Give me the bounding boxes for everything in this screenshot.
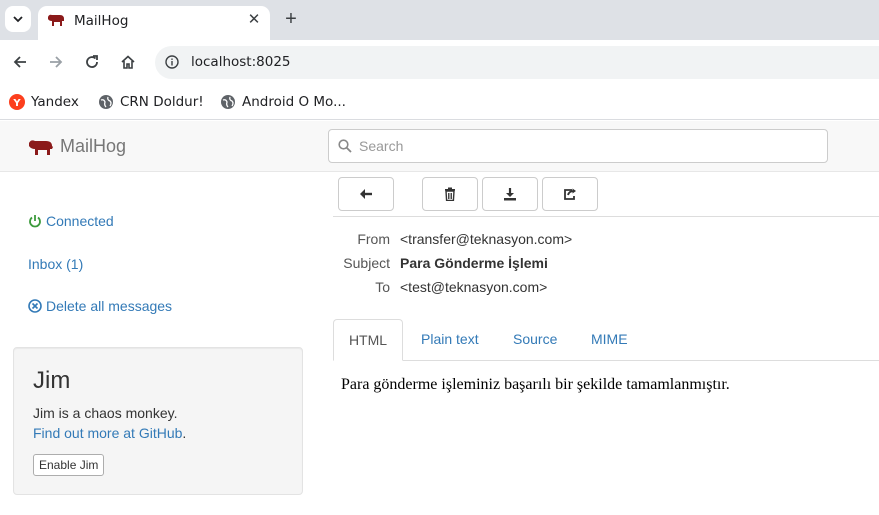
app-navbar: MailHog: [0, 121, 879, 172]
bookmark-label: Yandex: [31, 94, 79, 110]
remove-circle-icon: [28, 299, 42, 313]
github-link[interactable]: Find out more at GitHub: [33, 425, 182, 441]
search-box[interactable]: [328, 129, 828, 163]
jim-link-suffix: .: [182, 425, 187, 441]
connection-status: Connected: [28, 213, 114, 229]
share-icon: [564, 188, 576, 200]
arrow-left-icon: [13, 56, 26, 68]
search-input[interactable]: [359, 131, 819, 161]
pig-icon: [29, 139, 53, 155]
enable-jim-button[interactable]: Enable Jim: [33, 454, 105, 476]
release-button[interactable]: [542, 177, 598, 211]
connected-label: Connected: [46, 213, 114, 229]
trash-icon: [445, 187, 455, 201]
subject-label: Subject: [343, 255, 390, 271]
jim-more-info: Find out more at GitHub.: [33, 425, 186, 441]
download-button[interactable]: [482, 177, 538, 211]
from-label: From: [357, 231, 390, 247]
bookmark-label: Android O Mo...: [242, 94, 346, 110]
tab-html[interactable]: HTML: [333, 319, 403, 361]
reload-icon: [86, 55, 98, 68]
subject-value: Para Gönderme İşlemi: [400, 255, 548, 271]
to-label: To: [375, 279, 390, 295]
tab-mime[interactable]: MIME: [591, 319, 628, 361]
tab-plain-text[interactable]: Plain text: [421, 319, 479, 361]
home-button[interactable]: [116, 50, 140, 74]
tab-title: MailHog: [74, 13, 129, 29]
brand-name: MailHog: [60, 136, 127, 156]
delete-message-button[interactable]: [422, 177, 478, 211]
bookmarks-bar: Y Yandex CRN Doldur! Android O Mo...: [0, 85, 879, 120]
browser-tabstrip: MailHog ✕ +: [0, 0, 879, 40]
chevron-down-icon: [13, 16, 23, 23]
yandex-icon: Y: [9, 94, 25, 110]
bookmark-label: CRN Doldur!: [120, 94, 204, 110]
back-to-inbox-button[interactable]: [338, 177, 394, 211]
bookmark-android[interactable]: Android O Mo...: [220, 91, 346, 113]
url-text: localhost:8025: [191, 54, 291, 70]
message-body: Para gönderme işleminiz başarılı bir şek…: [341, 376, 730, 393]
toolbar-divider: [333, 216, 879, 217]
brand-link[interactable]: MailHog: [28, 136, 126, 157]
forward-button[interactable]: [44, 50, 68, 74]
globe-icon: [98, 94, 114, 110]
bookmark-yandex[interactable]: Y Yandex: [9, 91, 79, 113]
arrow-right-icon: [50, 56, 63, 68]
tab-source[interactable]: Source: [513, 319, 557, 361]
jim-description: Jim is a chaos monkey.: [33, 405, 178, 421]
new-tab-button[interactable]: +: [280, 8, 302, 30]
arrow-left-icon: [360, 189, 372, 199]
search-icon: [338, 139, 352, 156]
back-button[interactable]: [8, 50, 32, 74]
svg-text:Y: Y: [12, 98, 21, 109]
download-icon: [504, 188, 516, 201]
jim-title: Jim: [33, 367, 71, 394]
delete-all-link[interactable]: Delete all messages: [28, 298, 172, 314]
close-icon[interactable]: ✕: [245, 11, 263, 29]
power-icon: [29, 215, 41, 228]
from-value: <transfer@teknasyon.com>: [400, 231, 573, 247]
info-icon[interactable]: [165, 55, 179, 72]
reload-button[interactable]: [80, 50, 104, 74]
tab-search-button[interactable]: [5, 6, 31, 32]
browser-toolbar: localhost:8025: [0, 40, 879, 85]
message-tabs: HTML Plain text Source MIME: [333, 319, 879, 361]
browser-tab[interactable]: MailHog ✕: [38, 6, 270, 40]
address-bar[interactable]: localhost:8025: [155, 46, 879, 79]
home-icon: [121, 55, 135, 69]
inbox-link[interactable]: Inbox (1): [28, 256, 83, 272]
delete-all-label: Delete all messages: [46, 298, 173, 314]
bookmark-crn[interactable]: CRN Doldur!: [98, 91, 204, 113]
pig-icon: [47, 13, 65, 30]
globe-icon: [220, 94, 236, 110]
to-value: <test@teknasyon.com>: [400, 279, 548, 295]
jim-panel: Jim Jim is a chaos monkey. Find out more…: [13, 347, 303, 495]
